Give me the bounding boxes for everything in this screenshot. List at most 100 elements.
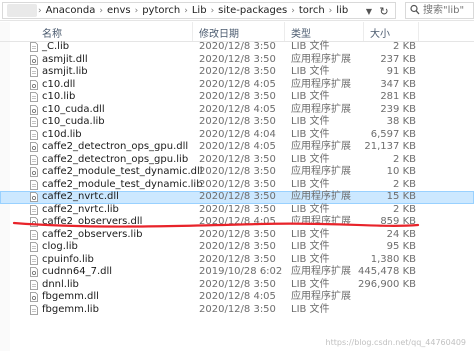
file-date: 2020/12/8 4:04 bbox=[199, 128, 276, 140]
file-size: 6,597 KB bbox=[370, 128, 416, 140]
file-row[interactable]: caffe2_nvrtc.dll 2020/12/8 3:50 应用程序扩展 15 K… bbox=[0, 191, 474, 204]
file-size: 38 KB bbox=[386, 116, 416, 127]
file-row[interactable]: caffe2_module_test_dynamic.lib 2020/12/8 … bbox=[0, 179, 474, 192]
file-size: 21,137 KB bbox=[364, 141, 416, 152]
file-row[interactable]: clog.lib 2020/12/8 3:50 LIB 文件 95 KB bbox=[0, 241, 474, 254]
lib-file-icon bbox=[30, 42, 38, 52]
file-name: c10.dll bbox=[42, 78, 76, 90]
file-date: 2020/12/8 4:05 bbox=[199, 216, 276, 227]
file-row[interactable]: caffe2_nvrtc.lib 2020/12/8 3:50 LIB 文件 2 KB bbox=[0, 204, 474, 217]
file-name: asmjit.dll bbox=[42, 53, 88, 65]
file-type: 应用程序扩展 bbox=[291, 78, 351, 90]
file-size: 1,380 KB bbox=[370, 253, 416, 265]
file-name: cudnn64_7.dll bbox=[42, 266, 113, 277]
file-name: c10_cuda.lib bbox=[42, 116, 105, 127]
file-size: 95 KB bbox=[386, 241, 416, 252]
file-size: 91 KB bbox=[386, 66, 416, 77]
file-row[interactable]: _C.lib 2020/12/8 3:50 LIB 文件 2 KB bbox=[0, 41, 474, 54]
dll-file-icon bbox=[30, 217, 38, 227]
file-name: asmjit.lib bbox=[42, 66, 88, 77]
file-type: LIB 文件 bbox=[291, 203, 330, 215]
column-divider[interactable] bbox=[284, 22, 285, 41]
file-row[interactable]: fbgemm.dll 2020/12/8 4:05 应用程序扩展 bbox=[0, 291, 474, 304]
file-date: 2020/12/8 3:50 bbox=[199, 203, 276, 215]
breadcrumb-envs[interactable]: envs bbox=[104, 5, 134, 16]
lib-file-icon bbox=[30, 179, 38, 190]
breadcrumb[interactable]: › Anaconda › envs › pytorch › Lib › site… bbox=[2, 2, 396, 19]
file-size: 445,478 KB bbox=[358, 266, 416, 277]
file-row[interactable]: caffe2_observers.dll 2020/12/8 4:05 应用程序扩展… bbox=[0, 216, 474, 229]
breadcrumb-lib-current[interactable]: lib bbox=[333, 5, 351, 16]
file-row[interactable]: c10.dll 2020/12/8 4:05 应用程序扩展 347 KB bbox=[0, 79, 474, 92]
breadcrumb-torch[interactable]: torch bbox=[296, 5, 328, 16]
file-row[interactable]: cpuinfo.lib 2020/12/8 3:50 LIB 文件 1,380 KB bbox=[0, 254, 474, 267]
file-row[interactable]: caffe2_detectron_ops_gpu.lib 2020/12/8 3:… bbox=[0, 154, 474, 167]
file-row[interactable]: asmjit.lib 2020/12/8 3:50 LIB 文件 91 KB bbox=[0, 66, 474, 79]
lib-file-icon bbox=[30, 304, 38, 315]
search-icon bbox=[410, 4, 420, 15]
column-header-type[interactable]: 类型 bbox=[291, 25, 311, 40]
file-type: LIB 文件 bbox=[291, 278, 330, 290]
file-size: 281 KB bbox=[380, 91, 416, 102]
breadcrumb-pytorch[interactable]: pytorch bbox=[139, 5, 183, 16]
breadcrumb-lib[interactable]: Lib bbox=[189, 5, 210, 16]
file-date: 2020/12/8 3:50 bbox=[199, 253, 276, 265]
location-icon bbox=[7, 4, 37, 17]
lib-file-icon bbox=[30, 204, 38, 215]
lib-file-icon bbox=[30, 117, 38, 127]
dll-file-icon bbox=[30, 54, 38, 65]
refresh-icon[interactable]: ↻ bbox=[377, 5, 391, 18]
file-list: _C.lib 2020/12/8 3:50 LIB 文件 2 KB asmjit.dll… bbox=[0, 41, 474, 316]
file-name: cpuinfo.lib bbox=[42, 253, 94, 265]
search-input[interactable] bbox=[423, 3, 471, 18]
dll-file-icon bbox=[30, 142, 38, 152]
file-name: fbgemm.dll bbox=[42, 291, 99, 302]
file-row[interactable]: dnnl.lib 2020/12/8 3:50 LIB 文件 296,900 KB bbox=[0, 279, 474, 292]
lib-file-icon bbox=[30, 242, 38, 252]
file-name: clog.lib bbox=[42, 241, 78, 252]
file-row[interactable]: c10_cuda.dll 2020/12/8 4:05 应用程序扩展 239 KB bbox=[0, 104, 474, 117]
column-header-size[interactable]: 大小 bbox=[370, 25, 390, 40]
lib-file-icon bbox=[30, 154, 38, 165]
file-date: 2020/12/8 3:50 bbox=[199, 166, 276, 177]
file-type: 应用程序扩展 bbox=[291, 191, 351, 202]
file-row[interactable]: caffe2_detectron_ops_gpu.dll 2020/12/8 4:… bbox=[0, 141, 474, 154]
lib-file-icon bbox=[30, 254, 38, 265]
file-name: caffe2_module_test_dynamic.dll bbox=[42, 166, 203, 177]
file-row[interactable]: c10d.lib 2020/12/8 4:04 LIB 文件 6,597 KB bbox=[0, 129, 474, 142]
file-type: 应用程序扩展 bbox=[291, 266, 351, 277]
file-size: 2 KB bbox=[393, 153, 416, 165]
chevron-down-icon[interactable]: ▼ bbox=[363, 6, 375, 18]
breadcrumb-site-packages[interactable]: site-packages bbox=[215, 5, 290, 16]
search-box[interactable] bbox=[405, 2, 474, 19]
file-name: c10d.lib bbox=[42, 128, 82, 140]
breadcrumb-anaconda[interactable]: Anaconda bbox=[43, 5, 99, 16]
watermark: https://blog.csdn.net/qq_44760409 bbox=[325, 338, 466, 347]
lib-file-icon bbox=[30, 92, 38, 102]
file-row[interactable]: c10.lib 2020/12/8 3:50 LIB 文件 281 KB bbox=[0, 91, 474, 104]
column-header-name[interactable]: 名称 bbox=[42, 25, 62, 40]
file-name: caffe2_observers.lib bbox=[42, 228, 143, 240]
file-size: 10 KB bbox=[386, 166, 416, 177]
file-date: 2020/12/8 3:50 bbox=[199, 303, 276, 315]
file-date: 2020/12/8 3:50 bbox=[199, 91, 276, 102]
file-row[interactable]: c10_cuda.lib 2020/12/8 3:50 LIB 文件 38 KB bbox=[0, 116, 474, 129]
lib-file-icon bbox=[30, 67, 38, 77]
column-divider[interactable] bbox=[363, 22, 364, 41]
file-row[interactable]: caffe2_module_test_dynamic.dll 2020/12/8 … bbox=[0, 166, 474, 179]
file-name: caffe2_detectron_ops_gpu.lib bbox=[42, 153, 189, 165]
column-divider[interactable] bbox=[418, 22, 419, 41]
file-size: 347 KB bbox=[380, 78, 416, 90]
file-type: LIB 文件 bbox=[291, 178, 330, 190]
file-date: 2020/12/8 3:50 bbox=[199, 178, 276, 190]
file-row[interactable]: caffe2_observers.lib 2020/12/8 3:50 LIB 文件… bbox=[0, 229, 474, 242]
file-row[interactable]: fbgemm.lib 2020/12/8 3:50 LIB 文件 bbox=[0, 304, 474, 317]
lib-file-icon bbox=[30, 229, 38, 240]
file-row[interactable]: asmjit.dll 2020/12/8 3:50 应用程序扩展 237 KB bbox=[0, 54, 474, 67]
file-size: 2 KB bbox=[393, 41, 416, 52]
file-row[interactable]: cudnn64_7.dll 2019/10/28 6:02 应用程序扩展 445,47… bbox=[0, 266, 474, 279]
column-header-date[interactable]: 修改日期 bbox=[199, 25, 239, 40]
column-divider[interactable] bbox=[192, 22, 193, 41]
file-type: LIB 文件 bbox=[291, 128, 330, 140]
file-name: fbgemm.lib bbox=[42, 303, 99, 315]
